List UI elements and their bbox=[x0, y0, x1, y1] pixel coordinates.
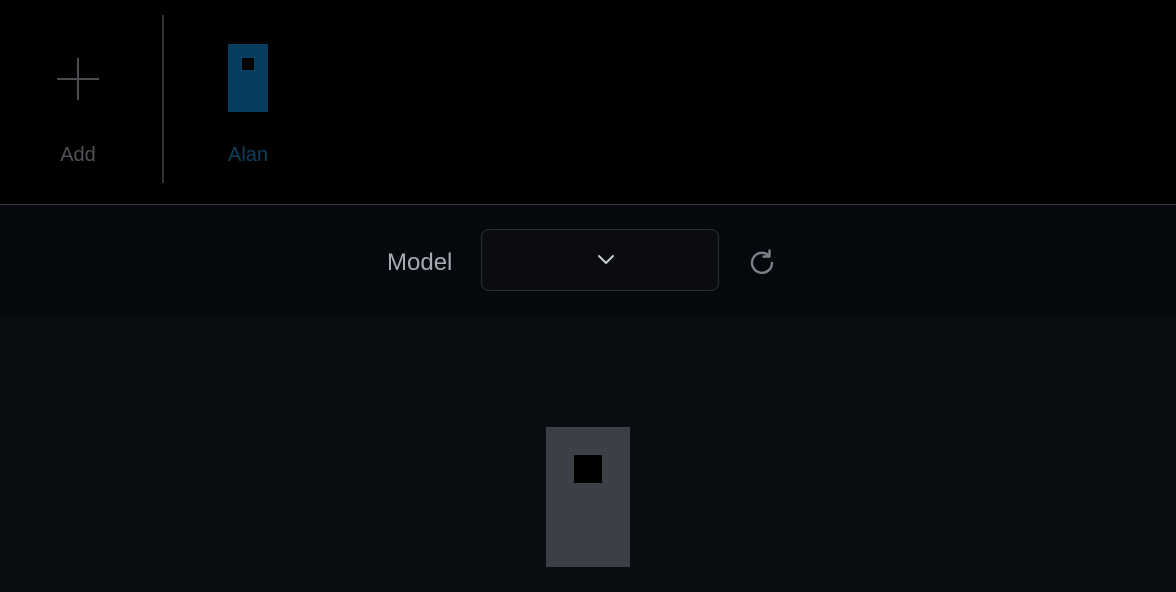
add-agent-label: Add bbox=[60, 144, 96, 166]
avatar-eye bbox=[574, 455, 602, 483]
plus-icon bbox=[57, 58, 99, 100]
robot-avatar-icon bbox=[546, 427, 630, 567]
agent-label-alan: Alan bbox=[227, 144, 269, 166]
add-agent-button[interactable]: Add bbox=[0, 0, 156, 204]
refresh-icon[interactable] bbox=[747, 247, 779, 279]
robot-avatar-icon bbox=[228, 44, 268, 112]
model-toolbar: Model bbox=[0, 205, 1176, 317]
main-panel bbox=[0, 317, 1176, 592]
model-select[interactable] bbox=[481, 229, 719, 291]
avatar-eye bbox=[242, 58, 254, 70]
agents-divider bbox=[162, 15, 164, 183]
agents-bar: Add Alan bbox=[0, 0, 1176, 205]
chevron-down-icon bbox=[598, 255, 614, 264]
agent-item-alan[interactable]: Alan bbox=[186, 0, 310, 204]
model-label: Model bbox=[387, 249, 453, 276]
